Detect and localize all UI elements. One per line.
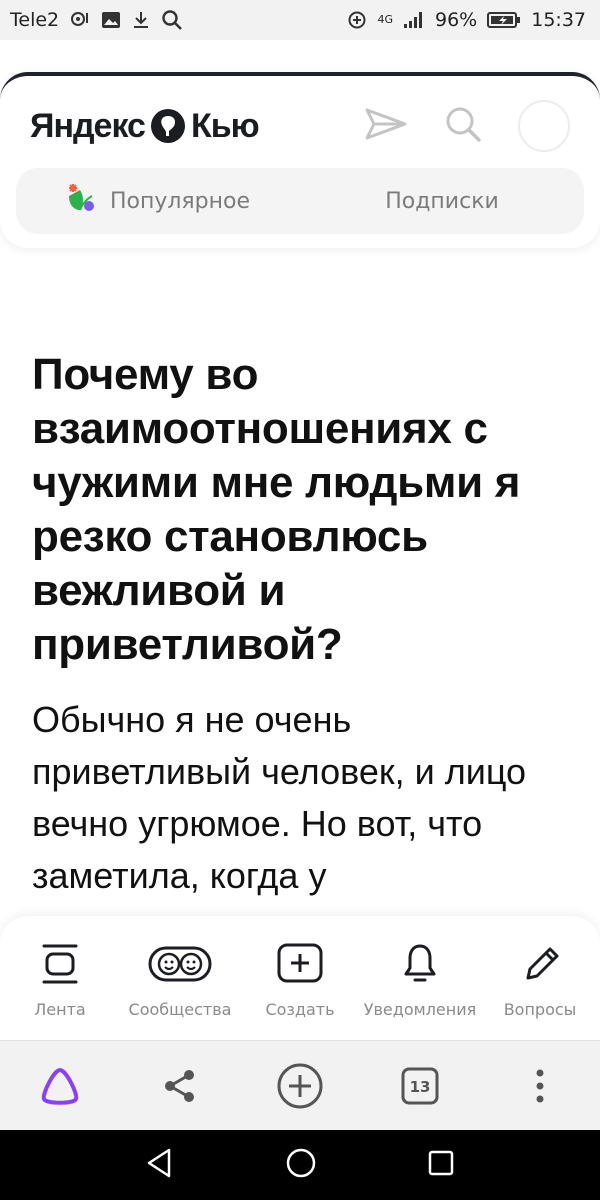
- tabs-icon[interactable]: 13: [380, 1046, 460, 1126]
- more-icon[interactable]: [500, 1046, 580, 1126]
- logo-mark-icon: [150, 109, 185, 143]
- nav-notifications[interactable]: Уведомления: [361, 940, 479, 1040]
- battery-icon: [487, 11, 521, 29]
- battery-percent: 96%: [435, 9, 478, 31]
- nav-create[interactable]: Создать: [241, 940, 359, 1040]
- network-type: 4G: [377, 13, 393, 26]
- nav-create-label: Создать: [265, 1000, 335, 1019]
- alice-icon[interactable]: [20, 1046, 100, 1126]
- avatar[interactable]: [518, 100, 570, 152]
- tab-popular-label: Популярное: [109, 188, 251, 214]
- yandex-q-logo[interactable]: Яндекс Кью: [30, 106, 260, 146]
- system-navigation: [0, 1130, 600, 1200]
- tab-popular[interactable]: Популярное: [16, 182, 300, 220]
- nav-feed-label: Лента: [34, 1000, 86, 1019]
- browser-toolbar: 13: [0, 1040, 600, 1130]
- new-tab-icon[interactable]: [260, 1046, 340, 1126]
- clock: 15:37: [531, 9, 586, 31]
- bell-icon: [402, 940, 438, 988]
- nav-notifications-label: Уведомления: [363, 1000, 477, 1019]
- search-status-icon: [161, 9, 183, 31]
- question-body: Обычно я не очень приветливый человек, и…: [32, 699, 527, 896]
- image-icon: [101, 10, 121, 30]
- tab-subscriptions[interactable]: Подписки: [300, 189, 584, 214]
- tab-subscriptions-label: Подписки: [385, 188, 499, 214]
- search-icon[interactable]: [444, 105, 482, 147]
- feed-icon: [40, 940, 80, 988]
- tabs-count: 13: [410, 1078, 431, 1096]
- share-icon[interactable]: [140, 1046, 220, 1126]
- question-title[interactable]: Почему во взаимоотношениях с чужими мне …: [32, 348, 572, 672]
- back-icon[interactable]: [145, 1147, 175, 1183]
- feed-tabs: Популярное Подписки: [16, 168, 584, 234]
- data-saver-icon: [347, 10, 367, 30]
- carrier-label: Tele2: [10, 9, 60, 31]
- communities-icon: [148, 940, 212, 988]
- nav-communities[interactable]: Сообщества: [121, 940, 239, 1040]
- nav-feed[interactable]: Лента: [1, 940, 119, 1040]
- question-article[interactable]: Почему во взаимоотношениях с чужими мне …: [32, 348, 572, 902]
- nav-questions[interactable]: Вопросы: [481, 940, 599, 1040]
- notification-icon: [69, 10, 91, 30]
- home-icon[interactable]: [285, 1147, 317, 1183]
- bottom-navigation: Лента Сообщества Создать Уведомления Воп…: [0, 916, 600, 1040]
- logo-text-q: Кью: [190, 106, 260, 145]
- popular-icon: [66, 182, 96, 220]
- create-icon: [276, 940, 324, 988]
- nav-communities-label: Сообщества: [128, 1000, 232, 1019]
- signal-icon: [403, 11, 425, 29]
- status-bar: Tele2 4G 96% 15:37: [0, 0, 600, 40]
- recents-icon[interactable]: [427, 1149, 455, 1181]
- logo-text-yandex: Яндекс: [30, 106, 146, 145]
- download-icon: [131, 10, 151, 30]
- app-header: Яндекс Кью Популярное Подписки: [0, 72, 600, 248]
- nav-questions-label: Вопросы: [503, 1000, 577, 1019]
- send-icon[interactable]: [364, 106, 408, 146]
- pencil-icon: [520, 940, 560, 988]
